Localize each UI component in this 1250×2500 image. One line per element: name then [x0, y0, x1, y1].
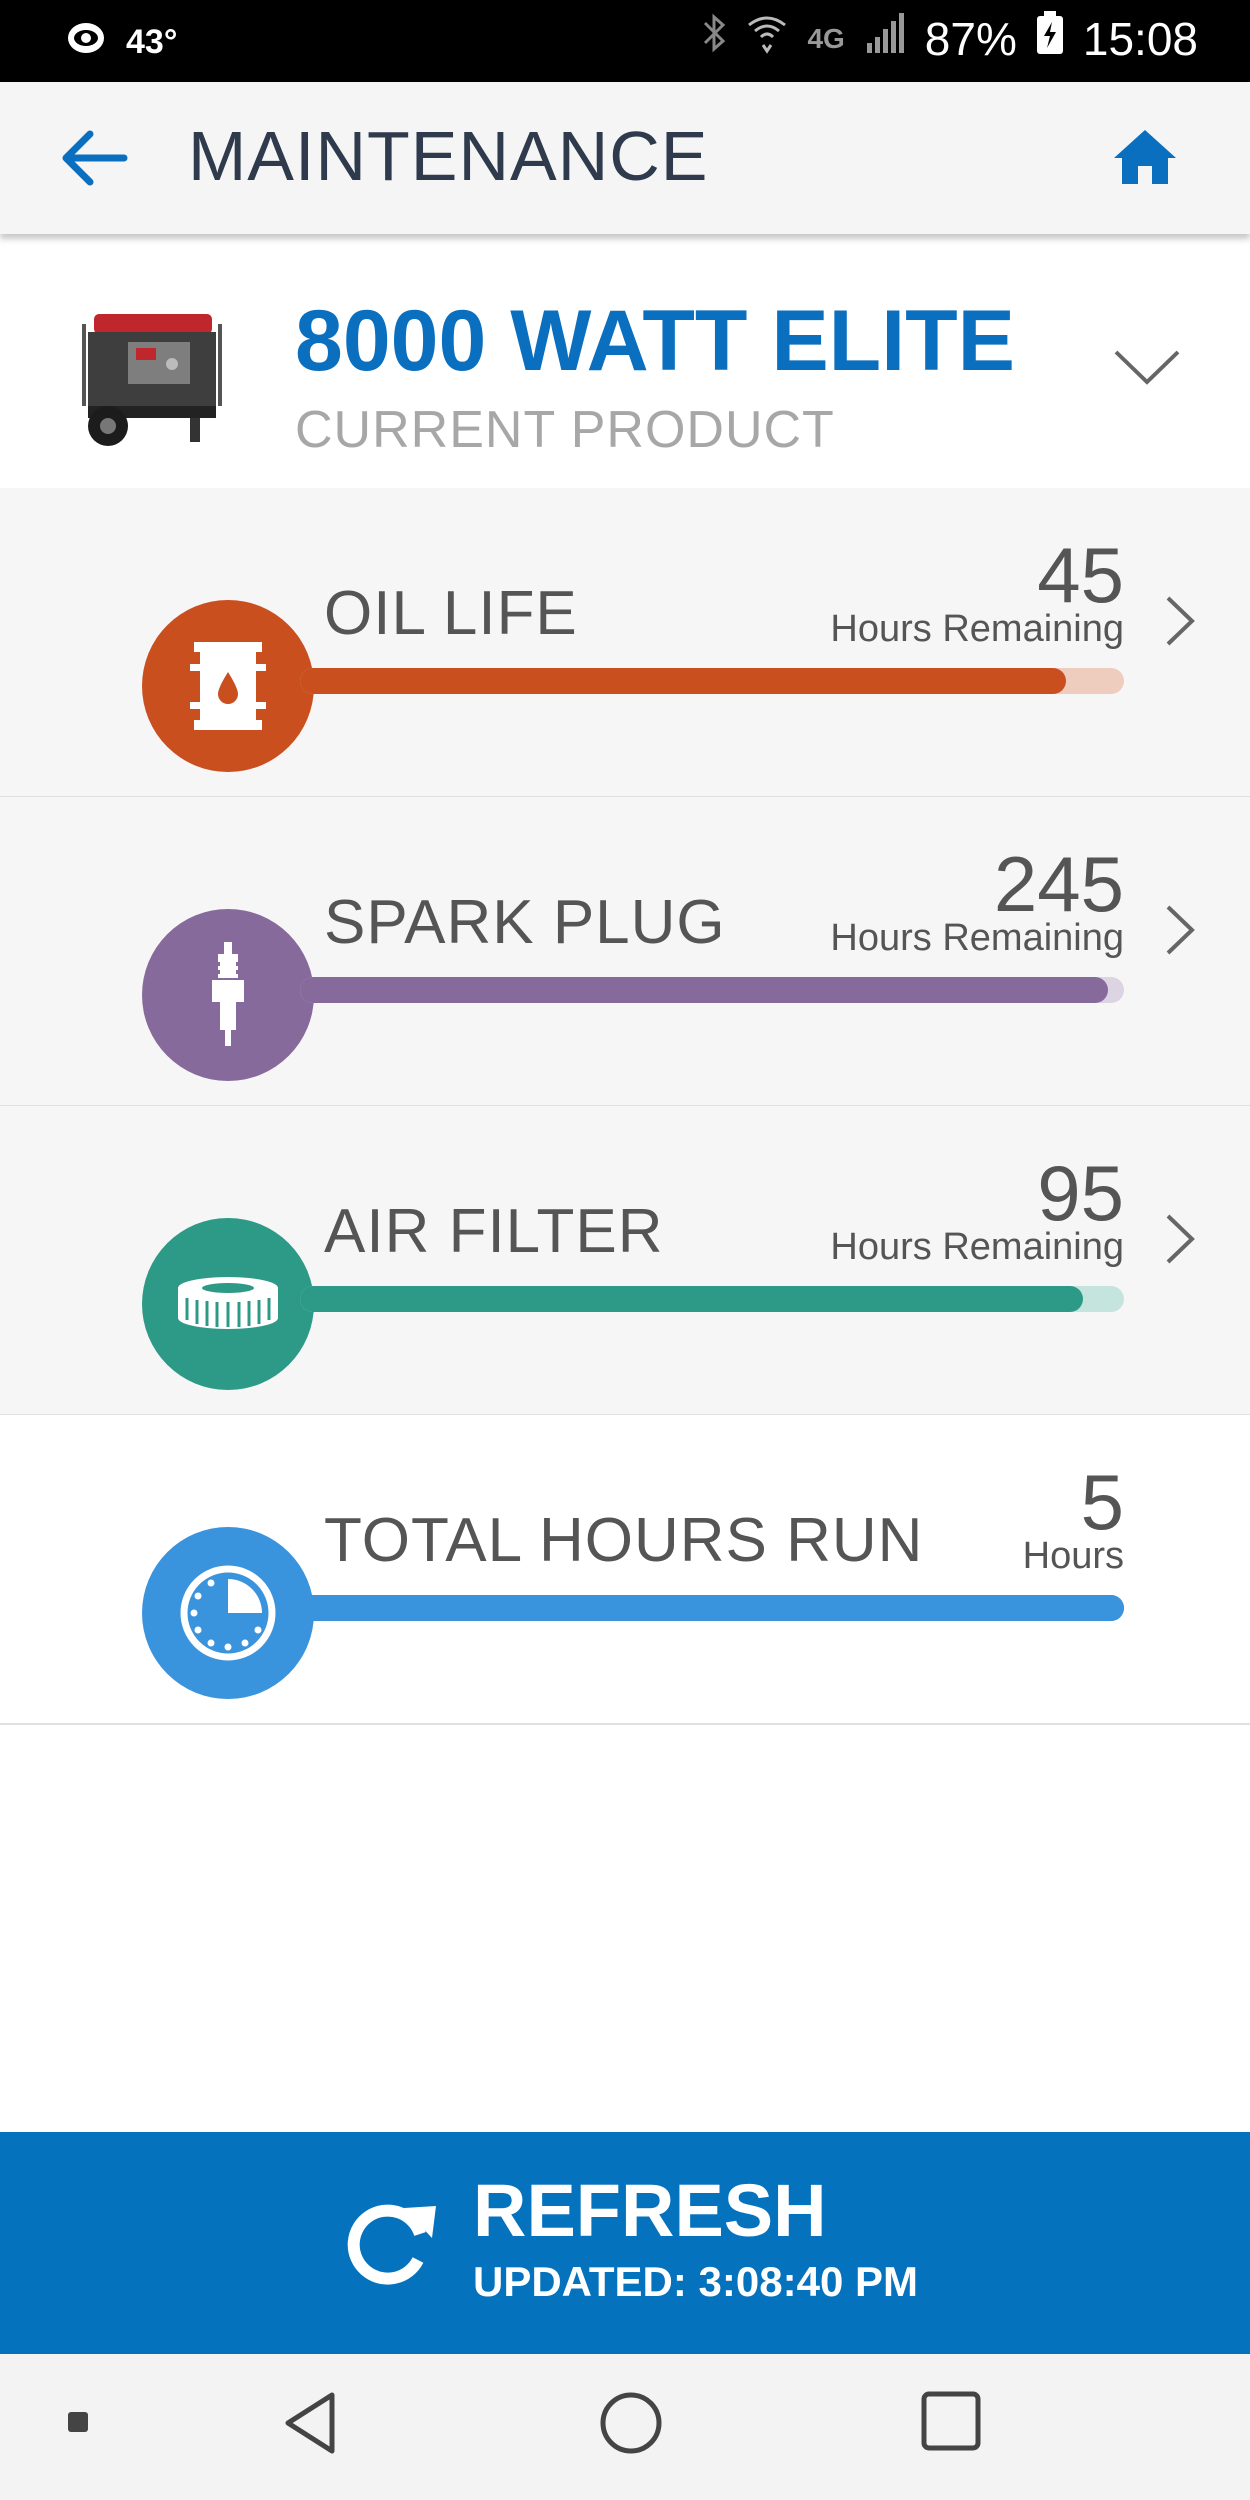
total-hours-unit: Hours: [1022, 1535, 1124, 1577]
spark-plug-progress-fill: [300, 977, 1108, 1003]
refresh-button[interactable]: REFRESH UPDATED: 3:08:40 PM: [0, 2132, 1250, 2354]
refresh-label: REFRESH: [473, 2169, 827, 2252]
air-filter-chevron-button[interactable]: [1162, 1210, 1198, 1268]
spark-plug-chevron-button[interactable]: [1162, 901, 1198, 959]
app-header: MAINTENANCE: [0, 82, 1250, 234]
bluetooth-icon: [701, 11, 727, 66]
clock-icon: [180, 1565, 276, 1661]
chevron-right-icon: [1166, 905, 1195, 955]
air-filter-progress-track: [300, 1286, 1124, 1312]
oil-drum-icon: [190, 642, 266, 730]
spark-plug-progress-track: [300, 977, 1124, 1003]
menu-dot-button[interactable]: [66, 2410, 90, 2439]
air-filter-progress-fill: [300, 1286, 1083, 1312]
oil-life-progress-fill: [300, 668, 1067, 694]
system-nav-bar: [0, 2354, 1250, 2500]
spark-plug-badge: [142, 909, 314, 1081]
chevron-right-icon: [1166, 1214, 1195, 1264]
status-bar: 43° 4G 87% 15:08: [0, 0, 1250, 82]
signal-icon: [863, 11, 907, 66]
oil-life-unit: Hours Remaining: [830, 608, 1124, 650]
product-dropdown-button[interactable]: [1112, 346, 1186, 396]
page-title: MAINTENANCE: [188, 117, 709, 195]
home-icon: [1114, 130, 1176, 184]
menu-dot-icon: [68, 2412, 88, 2432]
total-hours-badge: [142, 1527, 314, 1699]
spark-plug-unit: Hours Remaining: [830, 917, 1124, 959]
battery-percent: 87%: [924, 12, 1017, 65]
oil-life-badge: [142, 600, 314, 772]
chevron-right-icon: [1166, 596, 1195, 646]
back-button[interactable]: [60, 128, 140, 198]
air-filter-label: AIR FILTER: [324, 1197, 664, 1266]
oil-life-row[interactable]: OIL LIFE 45 Hours Remaining: [0, 488, 1250, 798]
system-recents-button[interactable]: [920, 2390, 982, 2457]
spark-plug-icon: [212, 942, 244, 1046]
product-selector[interactable]: 8000 WATT ELITE CURRENT PRODUCT: [0, 234, 1250, 490]
home-button[interactable]: [1110, 126, 1184, 196]
refresh-icon: [340, 2194, 440, 2294]
oil-life-progress-track: [300, 668, 1124, 694]
back-triangle-icon: [285, 2392, 335, 2454]
last-updated-text: UPDATED: 3:08:40 PM: [473, 2258, 918, 2305]
system-back-button[interactable]: [282, 2390, 338, 2461]
total-hours-row: TOTAL HOURS RUN 5 Hours: [0, 1415, 1250, 1725]
generator-image: [72, 294, 232, 454]
product-name: 8000 WATT ELITE: [295, 293, 1015, 389]
oil-life-chevron-button[interactable]: [1162, 592, 1198, 650]
spark-plug-row[interactable]: SPARK PLUG 245 Hours Remaining: [0, 797, 1250, 1107]
air-filter-row[interactable]: AIR FILTER 95 Hours Remaining: [0, 1106, 1250, 1416]
network-type: 4G: [807, 22, 845, 54]
air-filter-icon: [178, 1277, 278, 1329]
clock-time: 15:08: [1082, 12, 1198, 65]
total-hours-progress-fill: [300, 1595, 1124, 1621]
chevron-down-icon: [1114, 350, 1180, 385]
home-circle-icon: [600, 2392, 662, 2454]
arrow-left-icon: [62, 130, 128, 186]
total-hours-label: TOTAL HOURS RUN: [324, 1506, 924, 1575]
air-filter-unit: Hours Remaining: [830, 1226, 1124, 1268]
oil-life-label: OIL LIFE: [324, 579, 578, 648]
product-subtitle: CURRENT PRODUCT: [295, 401, 835, 459]
recents-square-icon: [921, 2391, 981, 2451]
system-home-button[interactable]: [598, 2390, 664, 2461]
temperature: 43°: [126, 23, 178, 61]
wifi-icon: [745, 11, 789, 66]
notification-icon: [64, 18, 108, 67]
total-hours-progress-track: [300, 1595, 1124, 1621]
air-filter-badge: [142, 1218, 314, 1390]
battery-charging-icon: [1035, 10, 1065, 67]
spark-plug-label: SPARK PLUG: [324, 888, 726, 957]
